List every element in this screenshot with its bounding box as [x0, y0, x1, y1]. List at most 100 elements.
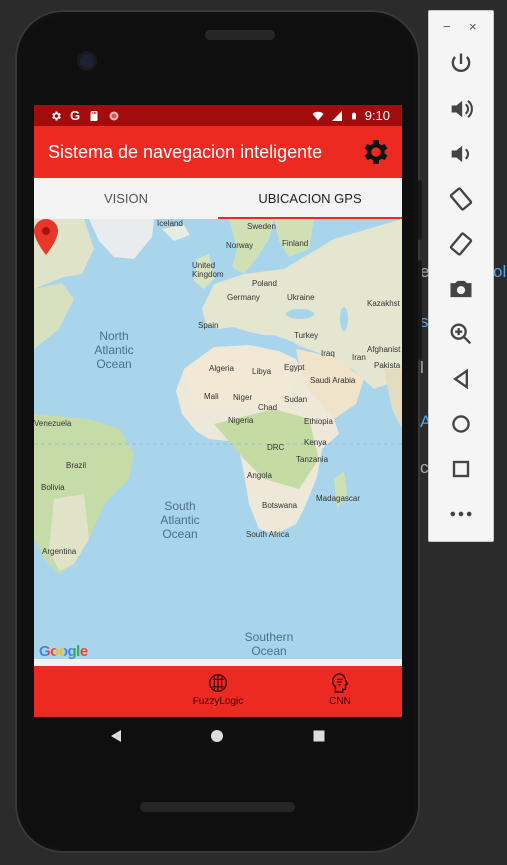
head-brain-icon	[331, 673, 349, 693]
map-label: Tanzania	[296, 455, 329, 464]
camera-icon	[450, 280, 472, 298]
map-label: Spain	[198, 321, 219, 330]
map-label: Brazil	[66, 461, 87, 470]
screenshot-button[interactable]	[447, 275, 475, 303]
back-icon	[453, 368, 468, 390]
power-icon	[451, 53, 471, 72]
map-label: Egypt	[284, 363, 305, 372]
map-label: Iceland	[157, 219, 183, 228]
background-text-fragment: l	[420, 358, 424, 377]
map-label: Finland	[282, 239, 309, 248]
map-label: Sweden	[247, 222, 276, 231]
tab-ubicacion-gps[interactable]: UBICACION GPS	[218, 178, 402, 219]
ocean-label-line: Southern	[244, 630, 294, 644]
map-label: Norway	[226, 241, 254, 250]
map-label: Botswana	[262, 501, 298, 510]
map-label: Libya	[252, 367, 272, 376]
tab-vision[interactable]: VISION	[34, 178, 218, 219]
app-title: Sistema de navegacion inteligente	[48, 142, 323, 162]
gear-icon[interactable]	[360, 136, 392, 168]
map-label: Kenya	[304, 438, 327, 447]
emulator-overview-button[interactable]	[447, 455, 475, 483]
map-label: South Africa	[246, 530, 290, 539]
rotate-left-icon	[449, 187, 473, 211]
ocean-label-line: Ocean	[162, 527, 198, 541]
status-bar: G 9:10	[34, 105, 402, 126]
nav-label: FuzzyLogic	[192, 696, 244, 707]
map-label: DRC	[267, 443, 285, 452]
map-label: Sudan	[284, 395, 308, 404]
volume-up-button[interactable]	[447, 95, 475, 123]
ocean-label-line: Atlantic	[160, 513, 200, 527]
signal-icon	[331, 110, 342, 121]
emulator-more-button[interactable]	[447, 500, 475, 528]
tab-bar: VISION UBICACION GPS	[34, 178, 402, 220]
map-label: Madagascar	[316, 494, 361, 503]
home-icon	[452, 415, 470, 433]
map-label: Afghanist	[367, 345, 401, 354]
map-label: Saudi Arabia	[310, 376, 356, 385]
bottom-speaker	[140, 802, 295, 812]
ocean-label-north-atlantic: North Atlantic Ocean	[84, 329, 144, 371]
map-label: Ethiopia	[304, 417, 333, 426]
ocean-label-line: South	[164, 499, 196, 513]
map-label: Venezuela	[34, 419, 72, 428]
sd-card-icon	[90, 110, 98, 121]
nav-fuzzylogic[interactable]: FuzzyLogic	[173, 672, 263, 707]
map-label: Germany	[227, 293, 260, 302]
emulator-back-button[interactable]	[447, 365, 475, 393]
home-icon[interactable]	[210, 729, 224, 743]
rotate-left-button[interactable]	[447, 185, 475, 213]
google-logo-text: Google	[39, 643, 88, 660]
map-label: Nigeria	[228, 416, 254, 425]
map-label: Angola	[247, 471, 272, 480]
ocean-label-southern: Southern Ocean	[234, 630, 304, 658]
phone-side-button	[418, 260, 422, 360]
gear-icon	[52, 111, 61, 120]
map-label: Iran	[352, 353, 366, 362]
emulator-home-button[interactable]	[447, 410, 475, 438]
map-label: Pakista	[374, 361, 401, 370]
map-label: Ukraine	[287, 293, 315, 302]
rotate-right-button[interactable]	[447, 230, 475, 258]
battery-icon	[351, 112, 356, 119]
back-icon[interactable]	[109, 729, 123, 743]
record-icon	[109, 111, 119, 120]
volume-down-button[interactable]	[447, 140, 475, 168]
google-icon: G	[70, 108, 81, 123]
earpiece	[205, 30, 275, 40]
rotate-right-icon	[449, 232, 473, 256]
volume-down-icon	[451, 145, 470, 163]
ocean-label-line: Atlantic	[94, 343, 134, 357]
tab-label: VISION	[103, 191, 149, 206]
nav-cnn[interactable]: CNN	[295, 672, 385, 707]
more-icon	[450, 511, 472, 517]
nav-label: CNN	[329, 696, 351, 707]
location-pin-icon[interactable]	[34, 219, 58, 255]
map-label: Niger	[233, 393, 253, 402]
bottom-navigation: FuzzyLogic CNN	[34, 666, 402, 717]
map-label: Turkey	[294, 331, 319, 340]
power-button[interactable]	[447, 50, 475, 78]
tab-label: UBICACION GPS	[258, 191, 362, 206]
volume-up-icon	[451, 100, 473, 118]
close-button[interactable]: ×	[469, 19, 477, 34]
map-label: Algeria	[209, 364, 234, 373]
map-view[interactable]: Iceland Sweden Norway Finland United Kin…	[34, 219, 402, 666]
wifi-icon	[312, 111, 324, 120]
overview-icon	[452, 460, 470, 478]
minimize-button[interactable]: −	[443, 19, 451, 34]
map-label: Poland	[252, 279, 277, 288]
map-label: United Kingdom	[192, 261, 224, 279]
device-screen: G 9:10 Sistema de navegacion inteligente…	[34, 105, 402, 717]
zoom-icon	[450, 323, 472, 345]
ocean-label-line: Ocean	[251, 644, 287, 658]
map-label: Chad	[258, 403, 278, 412]
status-time: 9:10	[364, 108, 390, 123]
map-label: Kazakhst	[367, 299, 400, 308]
emulator-toolbar: − ×	[428, 10, 494, 542]
recents-icon[interactable]	[312, 729, 326, 743]
front-camera	[80, 54, 94, 68]
background-text-fragment: ol	[493, 262, 507, 281]
zoom-button[interactable]	[447, 320, 475, 348]
